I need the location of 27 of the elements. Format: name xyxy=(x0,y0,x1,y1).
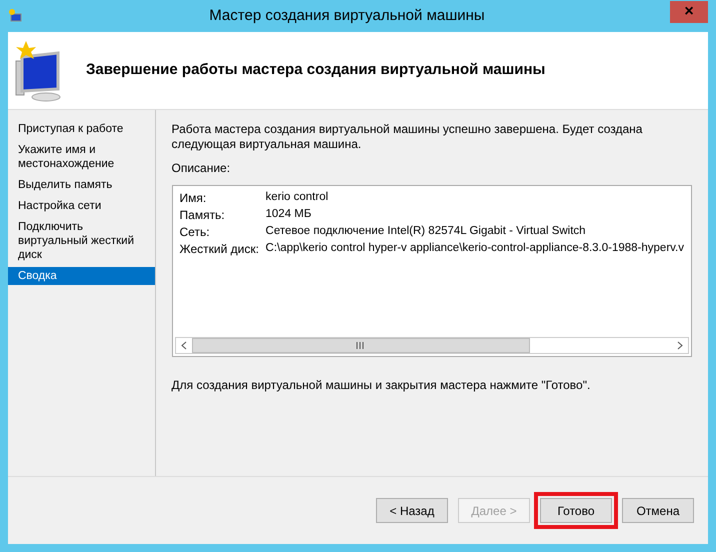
wizard-step[interactable]: Настройка сети xyxy=(8,197,155,215)
wizard-step[interactable]: Приступая к работе xyxy=(8,120,155,138)
grip-icon xyxy=(356,342,366,349)
summary-value: kerio control xyxy=(266,190,328,205)
close-button[interactable]: × xyxy=(670,1,708,23)
wizard-step[interactable]: Выделить память xyxy=(8,176,155,194)
summary-key: Память: xyxy=(180,206,266,223)
window-title: Мастер создания виртуальной машины xyxy=(209,6,485,24)
wizard-step[interactable]: Подключить виртуальный жесткий диск xyxy=(8,218,155,264)
outro-text: Для создания виртуальной машины и закрытия мастера нажмите "Готово". xyxy=(172,377,592,394)
scrollbar-thumb[interactable] xyxy=(192,338,530,353)
summary-value: 1024 МБ xyxy=(266,207,312,222)
page-heading: Завершение работы мастера создания виртуальной машины xyxy=(86,60,546,80)
summary-key: Сеть: xyxy=(180,223,266,240)
wizard-step[interactable]: Укажите имя и местонахождение xyxy=(8,141,155,173)
dialog-button[interactable]: Отмена xyxy=(622,498,694,523)
wizard-step[interactable]: Сводка xyxy=(8,267,155,285)
horizontal-scrollbar[interactable] xyxy=(174,337,689,354)
summary-key: Жесткий диск: xyxy=(180,240,266,257)
intro-text: Работа мастера создания виртуальной машины успешно завершена. Будет создана следующая виртуальная машина. xyxy=(172,122,644,152)
app-icon xyxy=(8,8,24,24)
summary-key: Имя: xyxy=(180,189,266,206)
summary-value: C:\app\kerio control hyper-v appliance\kerio-control-appliance-8.3.0-1988-hyperv.v xyxy=(266,241,684,256)
summary-value: Сетевое подключение Intel(R) 82574L Gigabit - Virtual Switch xyxy=(266,224,586,239)
dialog-button[interactable]: < Назад xyxy=(376,498,448,523)
description-label: Описание: xyxy=(172,160,232,177)
dialog-button[interactable]: Готово xyxy=(540,498,612,523)
